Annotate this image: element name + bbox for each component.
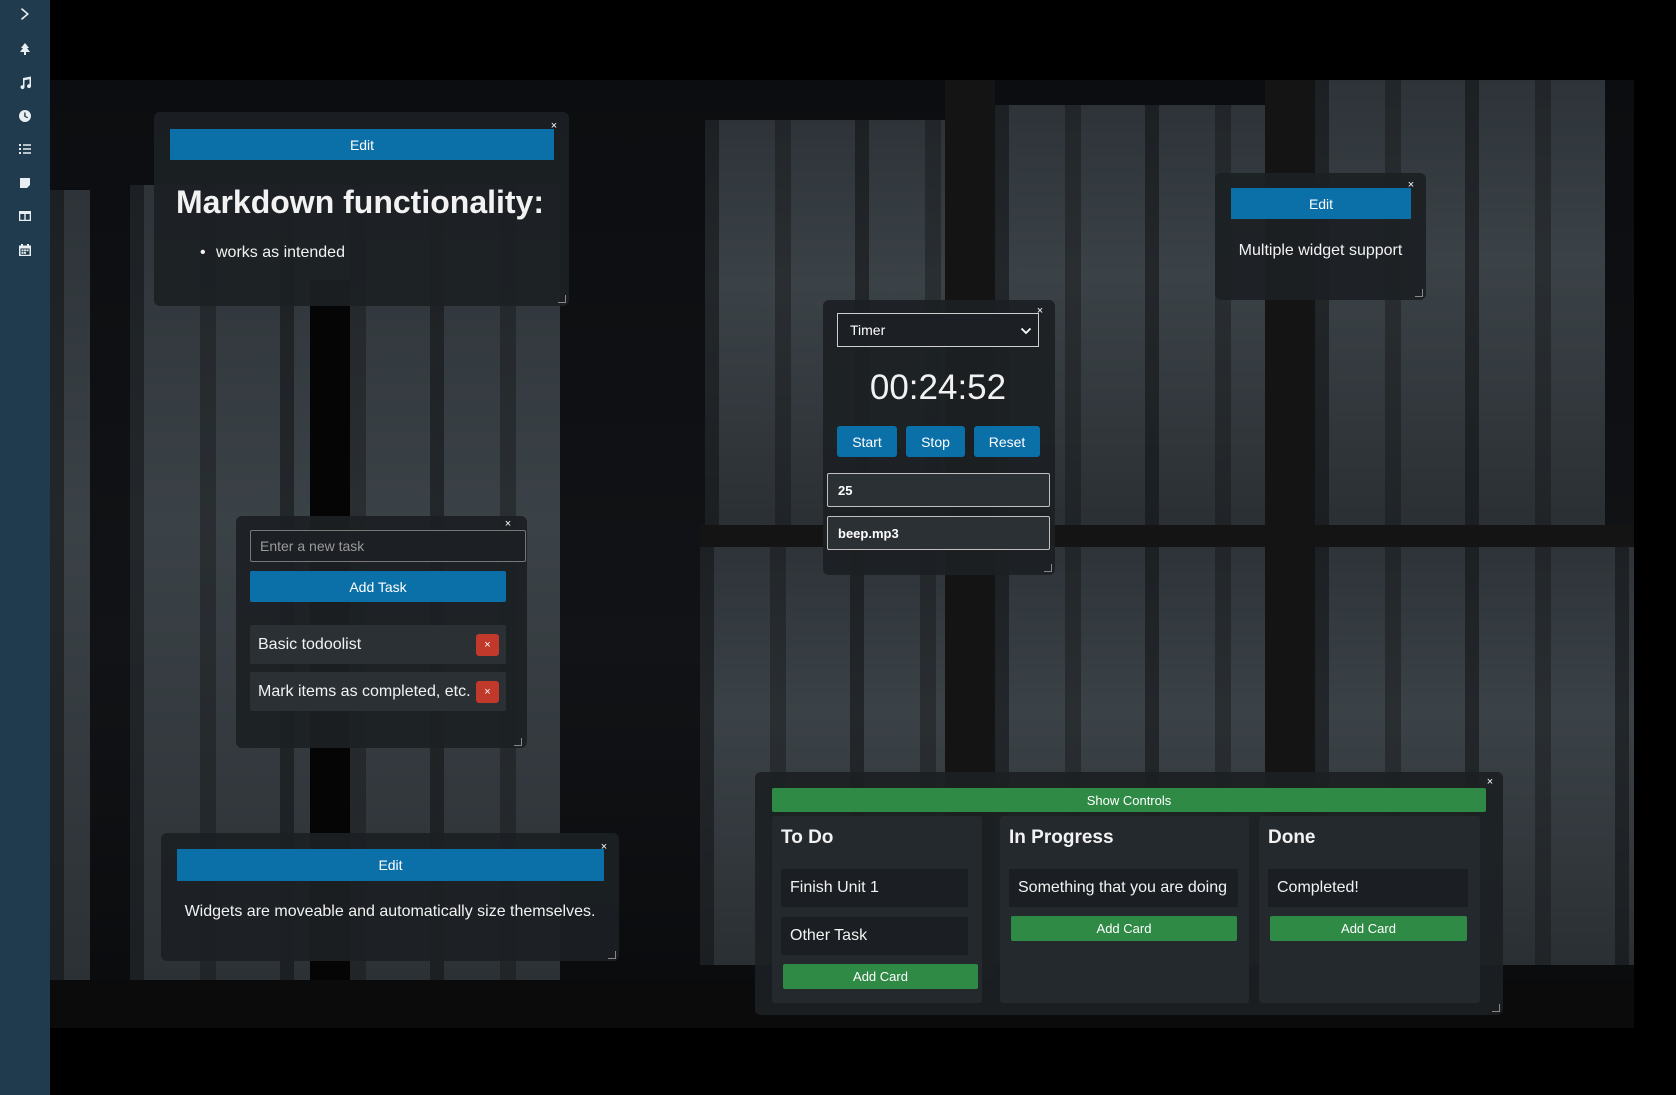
stop-button[interactable]: Stop	[906, 426, 965, 457]
app-root: × Edit Markdown functionality: works as …	[0, 0, 1676, 1095]
delete-task-button[interactable]: ×	[476, 681, 499, 703]
sidebar-item-kanban[interactable]	[13, 206, 37, 230]
close-icon[interactable]: ×	[502, 518, 514, 530]
add-card-button[interactable]: Add Card	[1011, 916, 1237, 941]
kanban-card[interactable]: Something that you are doing	[1009, 869, 1238, 907]
checklist-icon	[18, 142, 32, 161]
task-label: Mark items as completed, etc.	[258, 682, 471, 700]
todo-widget[interactable]: × Enter a new task Add Task Basic todool…	[236, 516, 527, 748]
add-card-button[interactable]: Add Card	[1270, 916, 1467, 941]
note-widget[interactable]: × Edit Widgets are moveable and automati…	[161, 833, 619, 961]
resize-handle[interactable]	[608, 951, 616, 959]
note-text: Widgets are moveable and automatically s…	[184, 903, 596, 920]
resize-handle[interactable]	[558, 295, 566, 303]
new-task-input[interactable]: Enter a new task	[250, 530, 526, 562]
clock-icon	[18, 109, 32, 128]
timer-display: 00:24:52	[869, 368, 1007, 407]
sidebar-item-background[interactable]	[13, 39, 37, 63]
timer-mode-value: Timer	[850, 322, 886, 338]
close-icon[interactable]: ×	[1484, 776, 1496, 788]
sidebar	[0, 0, 50, 1095]
markdown-list-item: works as intended	[200, 244, 345, 262]
kanban-column-done: Done Completed! Add Card	[1259, 816, 1480, 1003]
markdown-widget[interactable]: × Edit Markdown functionality: works as …	[154, 112, 569, 306]
add-task-button[interactable]: Add Task	[250, 571, 506, 602]
minutes-input[interactable]: 25	[827, 473, 1050, 507]
reset-button[interactable]: Reset	[974, 426, 1040, 457]
resize-handle[interactable]	[1492, 1004, 1500, 1012]
task-item[interactable]: Basic todoolist	[250, 625, 506, 664]
music-icon	[18, 76, 32, 95]
column-title: Done	[1268, 827, 1316, 848]
resize-handle[interactable]	[1044, 564, 1052, 572]
sidebar-item-calendar[interactable]	[13, 240, 37, 264]
show-controls-button[interactable]: Show Controls	[772, 788, 1486, 812]
note-widget[interactable]: × Edit Multiple widget support	[1215, 173, 1426, 300]
column-title: In Progress	[1009, 827, 1114, 848]
kanban-widget[interactable]: × Show Controls To Do Finish Unit 1 Othe…	[755, 772, 1503, 1015]
sidebar-item-timer[interactable]	[13, 106, 37, 130]
chevron-down-icon	[1020, 324, 1032, 336]
start-button[interactable]: Start	[837, 426, 897, 457]
resize-handle[interactable]	[1415, 289, 1423, 297]
resize-handle[interactable]	[514, 738, 522, 746]
kanban-card[interactable]: Other Task	[781, 917, 968, 955]
tree-icon	[18, 42, 32, 61]
kanban-card[interactable]: Completed!	[1268, 869, 1468, 907]
edit-button[interactable]: Edit	[1231, 188, 1411, 219]
add-card-button[interactable]: Add Card	[783, 964, 978, 989]
note-icon	[18, 176, 32, 195]
note-text: Multiple widget support	[1238, 242, 1403, 259]
sidebar-item-notes[interactable]	[13, 173, 37, 197]
timer-mode-select[interactable]: Timer	[837, 313, 1039, 347]
edit-button[interactable]: Edit	[177, 849, 604, 881]
kanban-icon	[18, 209, 32, 228]
task-item[interactable]: Mark items as completed, etc.	[250, 672, 506, 711]
task-label: Basic todoolist	[258, 635, 362, 653]
chevron-right-icon	[18, 7, 32, 26]
calendar-icon	[18, 243, 32, 262]
sidebar-toggle-button[interactable]	[13, 4, 37, 28]
edit-button[interactable]: Edit	[170, 129, 554, 160]
timer-widget[interactable]: × Timer 00:24:52 Start Stop Reset 25 bee…	[823, 300, 1055, 575]
column-title: To Do	[781, 827, 834, 848]
markdown-heading: Markdown functionality:	[176, 184, 544, 220]
kanban-column-todo: To Do Finish Unit 1 Other Task Add Card	[772, 816, 982, 1003]
sound-file-input[interactable]: beep.mp3	[827, 516, 1050, 550]
kanban-card[interactable]: Finish Unit 1	[781, 869, 968, 907]
kanban-column-in-progress: In Progress Something that you are doing…	[1000, 816, 1249, 1003]
delete-task-button[interactable]: ×	[476, 634, 499, 656]
sidebar-item-music[interactable]	[13, 73, 37, 97]
sidebar-item-todo[interactable]	[13, 139, 37, 163]
